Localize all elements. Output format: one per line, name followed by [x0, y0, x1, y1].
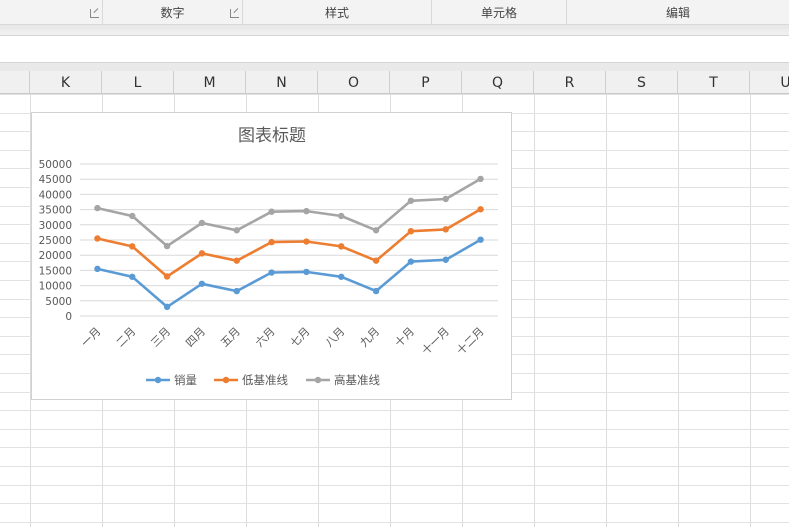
y-tick-label: 40000 — [39, 189, 72, 201]
y-tick-label: 35000 — [39, 205, 72, 217]
data-point[interactable] — [303, 238, 310, 245]
data-point[interactable] — [233, 227, 240, 234]
data-point[interactable] — [303, 207, 310, 215]
series-line[interactable] — [97, 208, 482, 278]
data-point[interactable] — [268, 238, 275, 246]
x-tick-label: 七月 — [288, 325, 313, 350]
data-point[interactable] — [198, 250, 206, 257]
ribbon-group-label: 样式 — [324, 6, 349, 20]
data-point[interactable] — [407, 227, 415, 235]
chart-canvas: 图表标题 0 5000 10000 15000 20000 25000 30000 35000… — [39, 126, 498, 387]
y-tick-label: 10000 — [39, 281, 72, 293]
ribbon-group-editing: 编辑 — [567, 0, 789, 24]
data-point[interactable] — [303, 268, 310, 276]
x-tick-label: 二月 — [114, 325, 139, 350]
dialog-launcher-icon[interactable] — [90, 9, 99, 18]
data-point[interactable] — [198, 219, 206, 227]
x-tick-label: 五月 — [218, 325, 243, 350]
data-point[interactable] — [268, 208, 275, 215]
column-header-R[interactable]: R — [534, 71, 606, 93]
x-tick-label: 十月 — [392, 324, 417, 349]
data-point[interactable] — [129, 273, 136, 280]
ribbon-group-label: 编辑 — [665, 6, 690, 20]
dialog-launcher-icon[interactable] — [230, 9, 239, 18]
y-tick-label: 20000 — [39, 250, 72, 262]
data-point[interactable] — [372, 227, 380, 234]
data-point[interactable] — [163, 303, 171, 311]
x-tick-label: 八月 — [323, 325, 348, 350]
x-tick-label: 九月 — [357, 325, 382, 350]
data-point[interactable] — [94, 235, 101, 242]
series-line[interactable] — [97, 238, 482, 309]
data-point[interactable] — [338, 212, 345, 220]
column-header-P[interactable]: P — [390, 71, 462, 93]
data-point[interactable] — [198, 280, 206, 287]
y-tick-label: 50000 — [39, 159, 72, 171]
data-point[interactable] — [372, 287, 380, 295]
column-header-Q[interactable]: Q — [462, 71, 534, 93]
data-point[interactable] — [129, 243, 136, 250]
column-header-N[interactable]: N — [246, 71, 318, 93]
data-point[interactable] — [94, 265, 101, 273]
data-point[interactable] — [129, 212, 136, 220]
ribbon-group-number: 数字 — [103, 0, 243, 24]
x-tick-label: 三月 — [148, 325, 173, 350]
ribbon-group-font — [0, 0, 103, 24]
ribbon-group-cells: 单元格 — [432, 0, 567, 24]
data-point[interactable] — [233, 257, 240, 264]
data-point[interactable] — [442, 195, 449, 203]
formula-bar[interactable] — [0, 36, 789, 63]
ribbon-group-label: 数字 — [160, 6, 185, 20]
legend-entry[interactable]: 销量 — [174, 373, 197, 387]
column-header-K[interactable]: K — [30, 71, 102, 93]
line-chart[interactable]: 图表标题 0 5000 10000 15000 20000 25000 30000 35000… — [31, 112, 512, 400]
y-tick-label: 45000 — [39, 174, 72, 186]
data-point[interactable] — [94, 204, 101, 212]
data-point[interactable] — [477, 236, 484, 243]
legend-entry[interactable]: 低基准线 — [242, 373, 288, 387]
legend-marker — [222, 376, 230, 384]
data-point[interactable] — [407, 258, 415, 265]
ribbon-group-bar: 数字 样式 单元格 编辑 — [0, 0, 789, 25]
y-tick-label: 25000 — [39, 235, 72, 247]
x-tick-label: 十一月 — [419, 324, 452, 357]
data-point[interactable] — [477, 206, 484, 213]
data-point[interactable] — [163, 242, 171, 250]
data-point[interactable] — [233, 287, 240, 295]
data-point[interactable] — [477, 175, 484, 183]
data-point[interactable] — [442, 256, 449, 263]
data-point[interactable] — [372, 257, 380, 264]
x-tick-label: 一月 — [79, 325, 104, 350]
y-tick-label: 15000 — [39, 265, 72, 277]
data-point[interactable] — [163, 273, 171, 280]
data-point[interactable] — [268, 269, 275, 276]
x-tick-label: 十二月 — [453, 324, 486, 357]
legend-entry[interactable]: 高基准线 — [334, 373, 380, 387]
ribbon-collapse-strip — [0, 25, 789, 36]
ribbon-group-styles: 样式 — [243, 0, 432, 24]
legend-marker — [154, 376, 162, 384]
column-header-M[interactable]: M — [174, 71, 246, 93]
legend-marker — [314, 376, 322, 384]
column-header-bar: K L M N O P Q R S T U — [0, 71, 789, 94]
data-point[interactable] — [407, 197, 415, 204]
column-header-U[interactable]: U — [750, 71, 789, 93]
column-header-S[interactable]: S — [606, 71, 678, 93]
column-header-L[interactable]: L — [102, 71, 174, 93]
data-point[interactable] — [442, 226, 449, 233]
x-tick-label: 六月 — [253, 325, 278, 350]
x-tick-label: 四月 — [183, 325, 208, 350]
y-tick-label: 5000 — [45, 296, 72, 308]
column-header-T[interactable]: T — [678, 71, 750, 93]
series-line[interactable] — [97, 177, 482, 248]
data-point[interactable] — [338, 273, 345, 280]
column-header-O[interactable]: O — [318, 71, 390, 93]
y-tick-label: 30000 — [39, 220, 72, 232]
header-gap — [0, 63, 789, 71]
data-point[interactable] — [338, 243, 345, 250]
chart-title[interactable]: 图表标题 — [238, 126, 306, 146]
ribbon-group-label: 单元格 — [480, 6, 517, 20]
y-tick-label: 0 — [65, 311, 72, 323]
column-header-J[interactable] — [0, 71, 30, 93]
